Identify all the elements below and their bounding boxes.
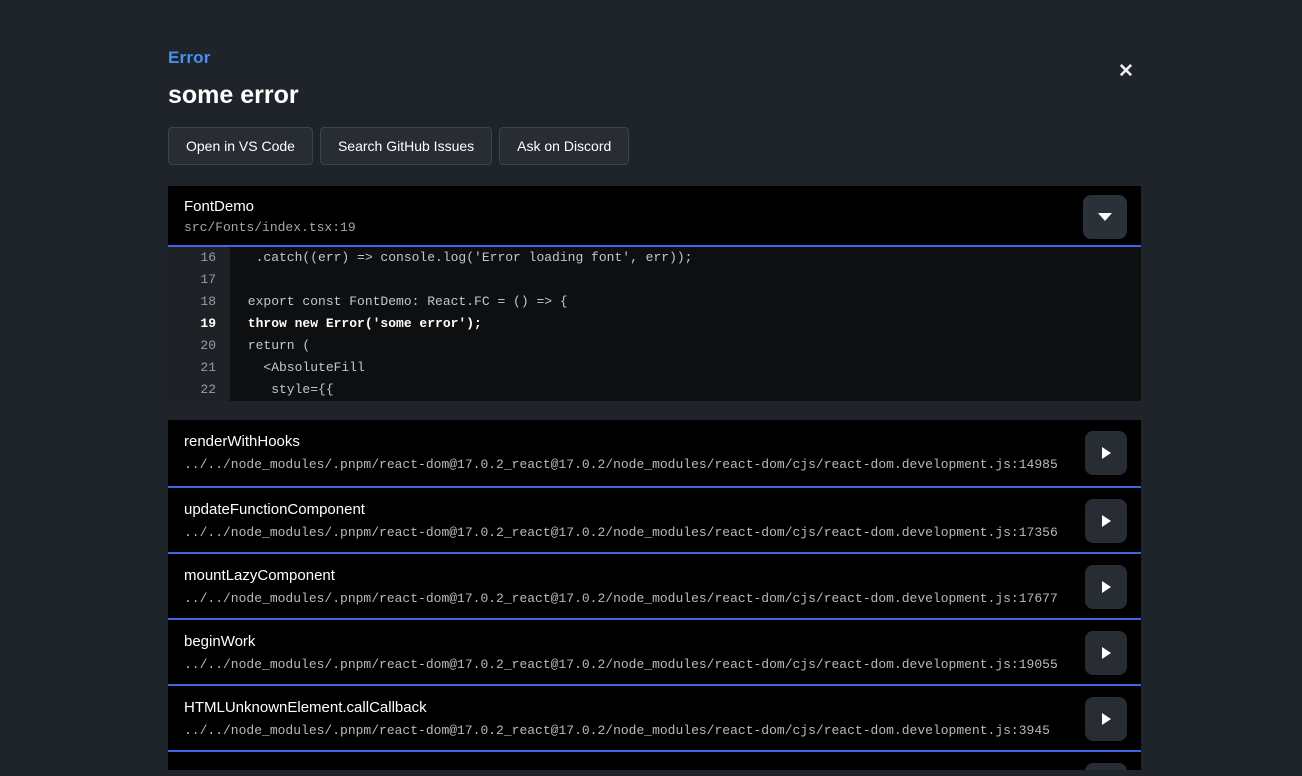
code-line: 22 style={{ — [168, 379, 1141, 401]
stack-frame-function: updateFunctionComponent — [184, 501, 1125, 518]
play-icon — [1102, 713, 1111, 725]
stack-frame-location: ../../node_modules/.pnpm/react-dom@17.0.… — [184, 591, 1125, 606]
expand-frame-button[interactable] — [1085, 431, 1127, 475]
stack-frame-function: renderWithHooks — [184, 433, 1125, 450]
line-text: throw new Error('some error'); — [230, 313, 482, 335]
line-number: 22 — [168, 379, 230, 401]
source-code-frame: FontDemo src/Fonts/index.tsx:19 16 .catc… — [168, 186, 1141, 401]
error-overlay-content: Error some error Open in VS Code Search … — [168, 0, 1141, 770]
collapse-code-button[interactable] — [1083, 195, 1127, 239]
stack-frame-location: ../../node_modules/.pnpm/react-dom@17.0.… — [184, 457, 1125, 472]
error-overlay-page: { "colors": { "page_background": "#1f242… — [0, 0, 1302, 776]
stack-frame-location: ../../node_modules/.pnpm/react-dom@17.0.… — [184, 657, 1125, 672]
line-text: style={{ — [230, 379, 334, 401]
action-buttons: Open in VS Code Search GitHub Issues Ask… — [168, 127, 1141, 165]
code-line: 17 — [168, 269, 1141, 291]
code-line: 16 .catch((err) => console.log('Error lo… — [168, 247, 1141, 269]
line-number: 16 — [168, 247, 230, 269]
stack-frame-row: mountLazyComponent ../../node_modules/.p… — [168, 552, 1141, 618]
stack-frame-row-partial — [168, 750, 1141, 770]
stack-frame-function: mountLazyComponent — [184, 567, 1125, 584]
expand-frame-button[interactable] — [1085, 499, 1127, 543]
expand-frame-button[interactable] — [1085, 565, 1127, 609]
line-number: 19 — [168, 313, 230, 335]
code-line: 18 export const FontDemo: React.FC = () … — [168, 291, 1141, 313]
play-icon — [1102, 447, 1111, 459]
expand-frame-button[interactable] — [1085, 631, 1127, 675]
stack-frame-location: ../../node_modules/.pnpm/react-dom@17.0.… — [184, 525, 1125, 540]
play-icon — [1102, 581, 1111, 593]
ask-on-discord-button[interactable]: Ask on Discord — [499, 127, 629, 165]
line-number: 18 — [168, 291, 230, 313]
line-text: <AbsoluteFill — [230, 357, 365, 379]
chevron-down-icon — [1098, 213, 1112, 221]
line-text: .catch((err) => console.log('Error loadi… — [230, 247, 692, 269]
line-text: return ( — [230, 335, 310, 357]
expand-frame-button[interactable] — [1085, 697, 1127, 741]
code-frame-header: FontDemo src/Fonts/index.tsx:19 — [168, 186, 1141, 247]
stack-frame-row: updateFunctionComponent ../../node_modul… — [168, 486, 1141, 552]
code-lines: 16 .catch((err) => console.log('Error lo… — [168, 247, 1141, 401]
code-line: 21 <AbsoluteFill — [168, 357, 1141, 379]
stack-trace-list: renderWithHooks ../../node_modules/.pnpm… — [168, 420, 1141, 770]
stack-frame-row: renderWithHooks ../../node_modules/.pnpm… — [168, 420, 1141, 486]
line-text — [230, 269, 240, 291]
code-line-highlighted: 19 throw new Error('some error'); — [168, 313, 1141, 335]
stack-frame-function: HTMLUnknownElement.callCallback — [184, 699, 1125, 716]
play-icon — [1102, 647, 1111, 659]
stack-frame-row: HTMLUnknownElement.callCallback ../../no… — [168, 684, 1141, 750]
expand-frame-button[interactable] — [1085, 763, 1127, 770]
stack-frame-row: beginWork ../../node_modules/.pnpm/react… — [168, 618, 1141, 684]
stack-frame-location: ../../node_modules/.pnpm/react-dom@17.0.… — [184, 723, 1125, 738]
code-frame-location: src/Fonts/index.tsx:19 — [184, 220, 1125, 235]
search-github-issues-button[interactable]: Search GitHub Issues — [320, 127, 492, 165]
code-line: 20 return ( — [168, 335, 1141, 357]
play-icon — [1102, 515, 1111, 527]
line-number: 21 — [168, 357, 230, 379]
line-number: 17 — [168, 269, 230, 291]
line-number: 20 — [168, 335, 230, 357]
error-type-label: Error — [168, 48, 1141, 68]
line-text: export const FontDemo: React.FC = () => … — [230, 291, 568, 313]
code-frame-function-name: FontDemo — [184, 198, 1125, 215]
stack-frame-function: beginWork — [184, 633, 1125, 650]
open-in-vscode-button[interactable]: Open in VS Code — [168, 127, 313, 165]
error-message: some error — [168, 81, 1141, 110]
